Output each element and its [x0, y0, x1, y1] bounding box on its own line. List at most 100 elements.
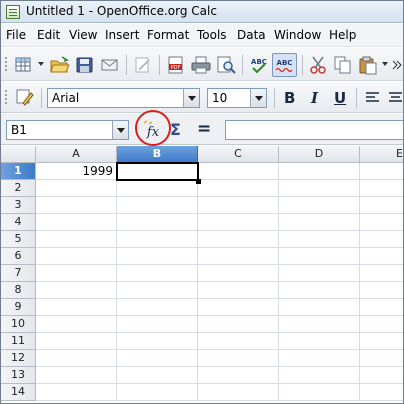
cell-b2[interactable]: [117, 180, 198, 197]
column-header-b[interactable]: B: [117, 146, 198, 163]
menu-edit[interactable]: Edit: [37, 28, 60, 42]
cell-b8[interactable]: [117, 282, 198, 299]
function-button[interactable]: =: [197, 119, 211, 139]
cell-d8[interactable]: [279, 282, 360, 299]
cell-d7[interactable]: [279, 265, 360, 282]
copy-button[interactable]: [332, 55, 354, 75]
menu-insert[interactable]: Insert: [105, 28, 139, 42]
row-header-8[interactable]: 8: [1, 282, 36, 299]
cell-b11[interactable]: [117, 333, 198, 350]
cell-e8[interactable]: [360, 282, 403, 299]
menu-data[interactable]: Data: [237, 28, 266, 42]
cell-e2[interactable]: [360, 180, 403, 197]
select-all-corner[interactable]: [1, 146, 36, 163]
cell-a7[interactable]: [36, 265, 117, 282]
row-header-5[interactable]: 5: [1, 231, 36, 248]
cell-b4[interactable]: [117, 214, 198, 231]
fill-handle[interactable]: [196, 179, 201, 184]
row-header-10[interactable]: 10: [1, 316, 36, 333]
cell-a10[interactable]: [36, 316, 117, 333]
font-size-dropdown-icon[interactable]: [250, 89, 266, 107]
cut-button[interactable]: [307, 55, 329, 75]
page-preview-button[interactable]: [215, 55, 237, 75]
cell-b14[interactable]: [117, 384, 198, 401]
cell-c8[interactable]: [198, 282, 279, 299]
cell-d2[interactable]: [279, 180, 360, 197]
cell-a2[interactable]: [36, 180, 117, 197]
menu-help[interactable]: Help: [329, 28, 356, 42]
cell-b7[interactable]: [117, 265, 198, 282]
menu-tools[interactable]: Tools: [197, 28, 227, 42]
cell-b3[interactable]: [117, 197, 198, 214]
cell-e13[interactable]: [360, 367, 403, 384]
cell-c6[interactable]: [198, 248, 279, 265]
cell-d12[interactable]: [279, 350, 360, 367]
cell-e4[interactable]: [360, 214, 403, 231]
spellcheck-button[interactable]: ABC: [248, 55, 270, 75]
cell-e11[interactable]: [360, 333, 403, 350]
menu-file[interactable]: File: [6, 28, 26, 42]
cell-d10[interactable]: [279, 316, 360, 333]
edit-file-button[interactable]: [132, 55, 154, 75]
cell-b10[interactable]: [117, 316, 198, 333]
row-header-6[interactable]: 6: [1, 248, 36, 265]
cell-c13[interactable]: [198, 367, 279, 384]
cell-e1[interactable]: [360, 163, 403, 180]
cell-d11[interactable]: [279, 333, 360, 350]
cell-c1[interactable]: [198, 163, 279, 180]
cell-e14[interactable]: [360, 384, 403, 401]
row-header-14[interactable]: 14: [1, 384, 36, 401]
cell-c4[interactable]: [198, 214, 279, 231]
cell-c2[interactable]: [198, 180, 279, 197]
open-button[interactable]: [49, 55, 71, 75]
row-header-13[interactable]: 13: [1, 367, 36, 384]
name-box[interactable]: B1: [6, 120, 129, 140]
cell-e9[interactable]: [360, 299, 403, 316]
save-button[interactable]: [74, 55, 96, 75]
cell-e7[interactable]: [360, 265, 403, 282]
align-center-icon[interactable]: [389, 91, 403, 105]
column-header-c[interactable]: C: [198, 146, 279, 163]
menu-view[interactable]: View: [69, 28, 97, 42]
align-left-icon[interactable]: [365, 91, 381, 105]
cell-a12[interactable]: [36, 350, 117, 367]
cell-a9[interactable]: [36, 299, 117, 316]
name-box-dropdown-icon[interactable]: [112, 121, 128, 139]
cell-d6[interactable]: [279, 248, 360, 265]
cell-b13[interactable]: [117, 367, 198, 384]
cell-e10[interactable]: [360, 316, 403, 333]
cell-c11[interactable]: [198, 333, 279, 350]
cell-e12[interactable]: [360, 350, 403, 367]
row-header-1[interactable]: 1: [1, 163, 36, 180]
styles-formatting-button[interactable]: [14, 87, 36, 107]
formula-input[interactable]: [225, 120, 403, 140]
font-name-combo[interactable]: Arial: [47, 88, 200, 108]
row-header-4[interactable]: 4: [1, 214, 36, 231]
cell-d9[interactable]: [279, 299, 360, 316]
menu-format[interactable]: Format: [147, 28, 189, 42]
cell-a13[interactable]: [36, 367, 117, 384]
cell-d13[interactable]: [279, 367, 360, 384]
cell-c14[interactable]: [198, 384, 279, 401]
cell-c9[interactable]: [198, 299, 279, 316]
font-name-dropdown-icon[interactable]: [183, 89, 199, 107]
cell-e6[interactable]: [360, 248, 403, 265]
autospellcheck-button[interactable]: ABC: [272, 53, 297, 77]
bold-button[interactable]: B: [284, 90, 295, 106]
cell-a3[interactable]: [36, 197, 117, 214]
cell-b1[interactable]: [116, 162, 199, 181]
row-header-9[interactable]: 9: [1, 299, 36, 316]
cell-a1[interactable]: 1999: [36, 163, 117, 180]
cell-a6[interactable]: [36, 248, 117, 265]
email-button[interactable]: [99, 55, 121, 75]
row-header-11[interactable]: 11: [1, 333, 36, 350]
cell-a4[interactable]: [36, 214, 117, 231]
cell-c3[interactable]: [198, 197, 279, 214]
cell-a14[interactable]: [36, 384, 117, 401]
cell-a8[interactable]: [36, 282, 117, 299]
cell-b9[interactable]: [117, 299, 198, 316]
cell-d5[interactable]: [279, 231, 360, 248]
new-document-button[interactable]: [13, 55, 35, 75]
cell-b6[interactable]: [117, 248, 198, 265]
cell-d4[interactable]: [279, 214, 360, 231]
